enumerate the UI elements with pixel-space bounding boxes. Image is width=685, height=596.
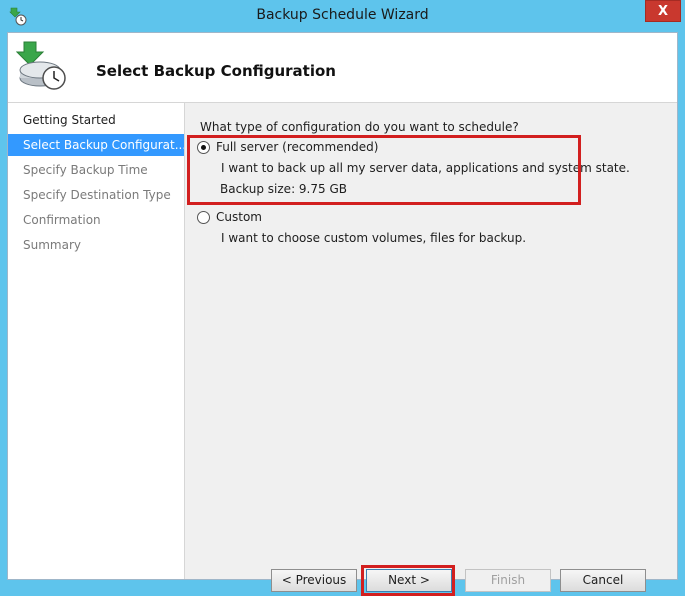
wizard-client-area: Select Backup Configuration Getting Star… [7, 32, 678, 596]
cancel-button[interactable]: Cancel [560, 569, 646, 592]
step-getting-started[interactable]: Getting Started [8, 109, 184, 131]
custom-label: Custom [216, 210, 262, 224]
step-select-backup-configuration[interactable]: Select Backup Configurat... [8, 134, 184, 156]
step-summary[interactable]: Summary [8, 234, 184, 256]
finish-button[interactable]: Finish [465, 569, 551, 592]
custom-description: I want to choose custom volumes, files f… [221, 231, 527, 245]
wizard-content: What type of configuration do you want t… [185, 103, 677, 596]
wizard-steps-nav: Getting Started Select Backup Configurat… [8, 103, 185, 579]
configuration-question: What type of configuration do you want t… [200, 120, 519, 134]
backup-schedule-icon [15, 40, 68, 92]
page-title: Select Backup Configuration [96, 62, 336, 80]
next-button[interactable]: Next > [366, 569, 452, 592]
custom-radio[interactable] [197, 211, 210, 224]
full-server-radio[interactable] [197, 141, 210, 154]
full-server-description: I want to back up all my server data, ap… [221, 161, 630, 175]
title-bar[interactable]: Backup Schedule Wizard X [0, 0, 685, 32]
step-specify-backup-time[interactable]: Specify Backup Time [8, 159, 184, 181]
close-button[interactable]: X [645, 0, 681, 22]
full-server-label: Full server (recommended) [216, 140, 379, 154]
wizard-window: Backup Schedule Wizard X Select Backup C… [0, 0, 685, 596]
previous-button[interactable]: < Previous [271, 569, 357, 592]
backup-size-text: Backup size: 9.75 GB [220, 182, 347, 196]
window-title: Backup Schedule Wizard [256, 7, 429, 23]
close-icon: X [657, 4, 669, 19]
wizard-header: Select Backup Configuration [8, 33, 677, 103]
step-confirmation[interactable]: Confirmation [8, 209, 184, 231]
step-specify-destination-type[interactable]: Specify Destination Type [8, 184, 184, 206]
